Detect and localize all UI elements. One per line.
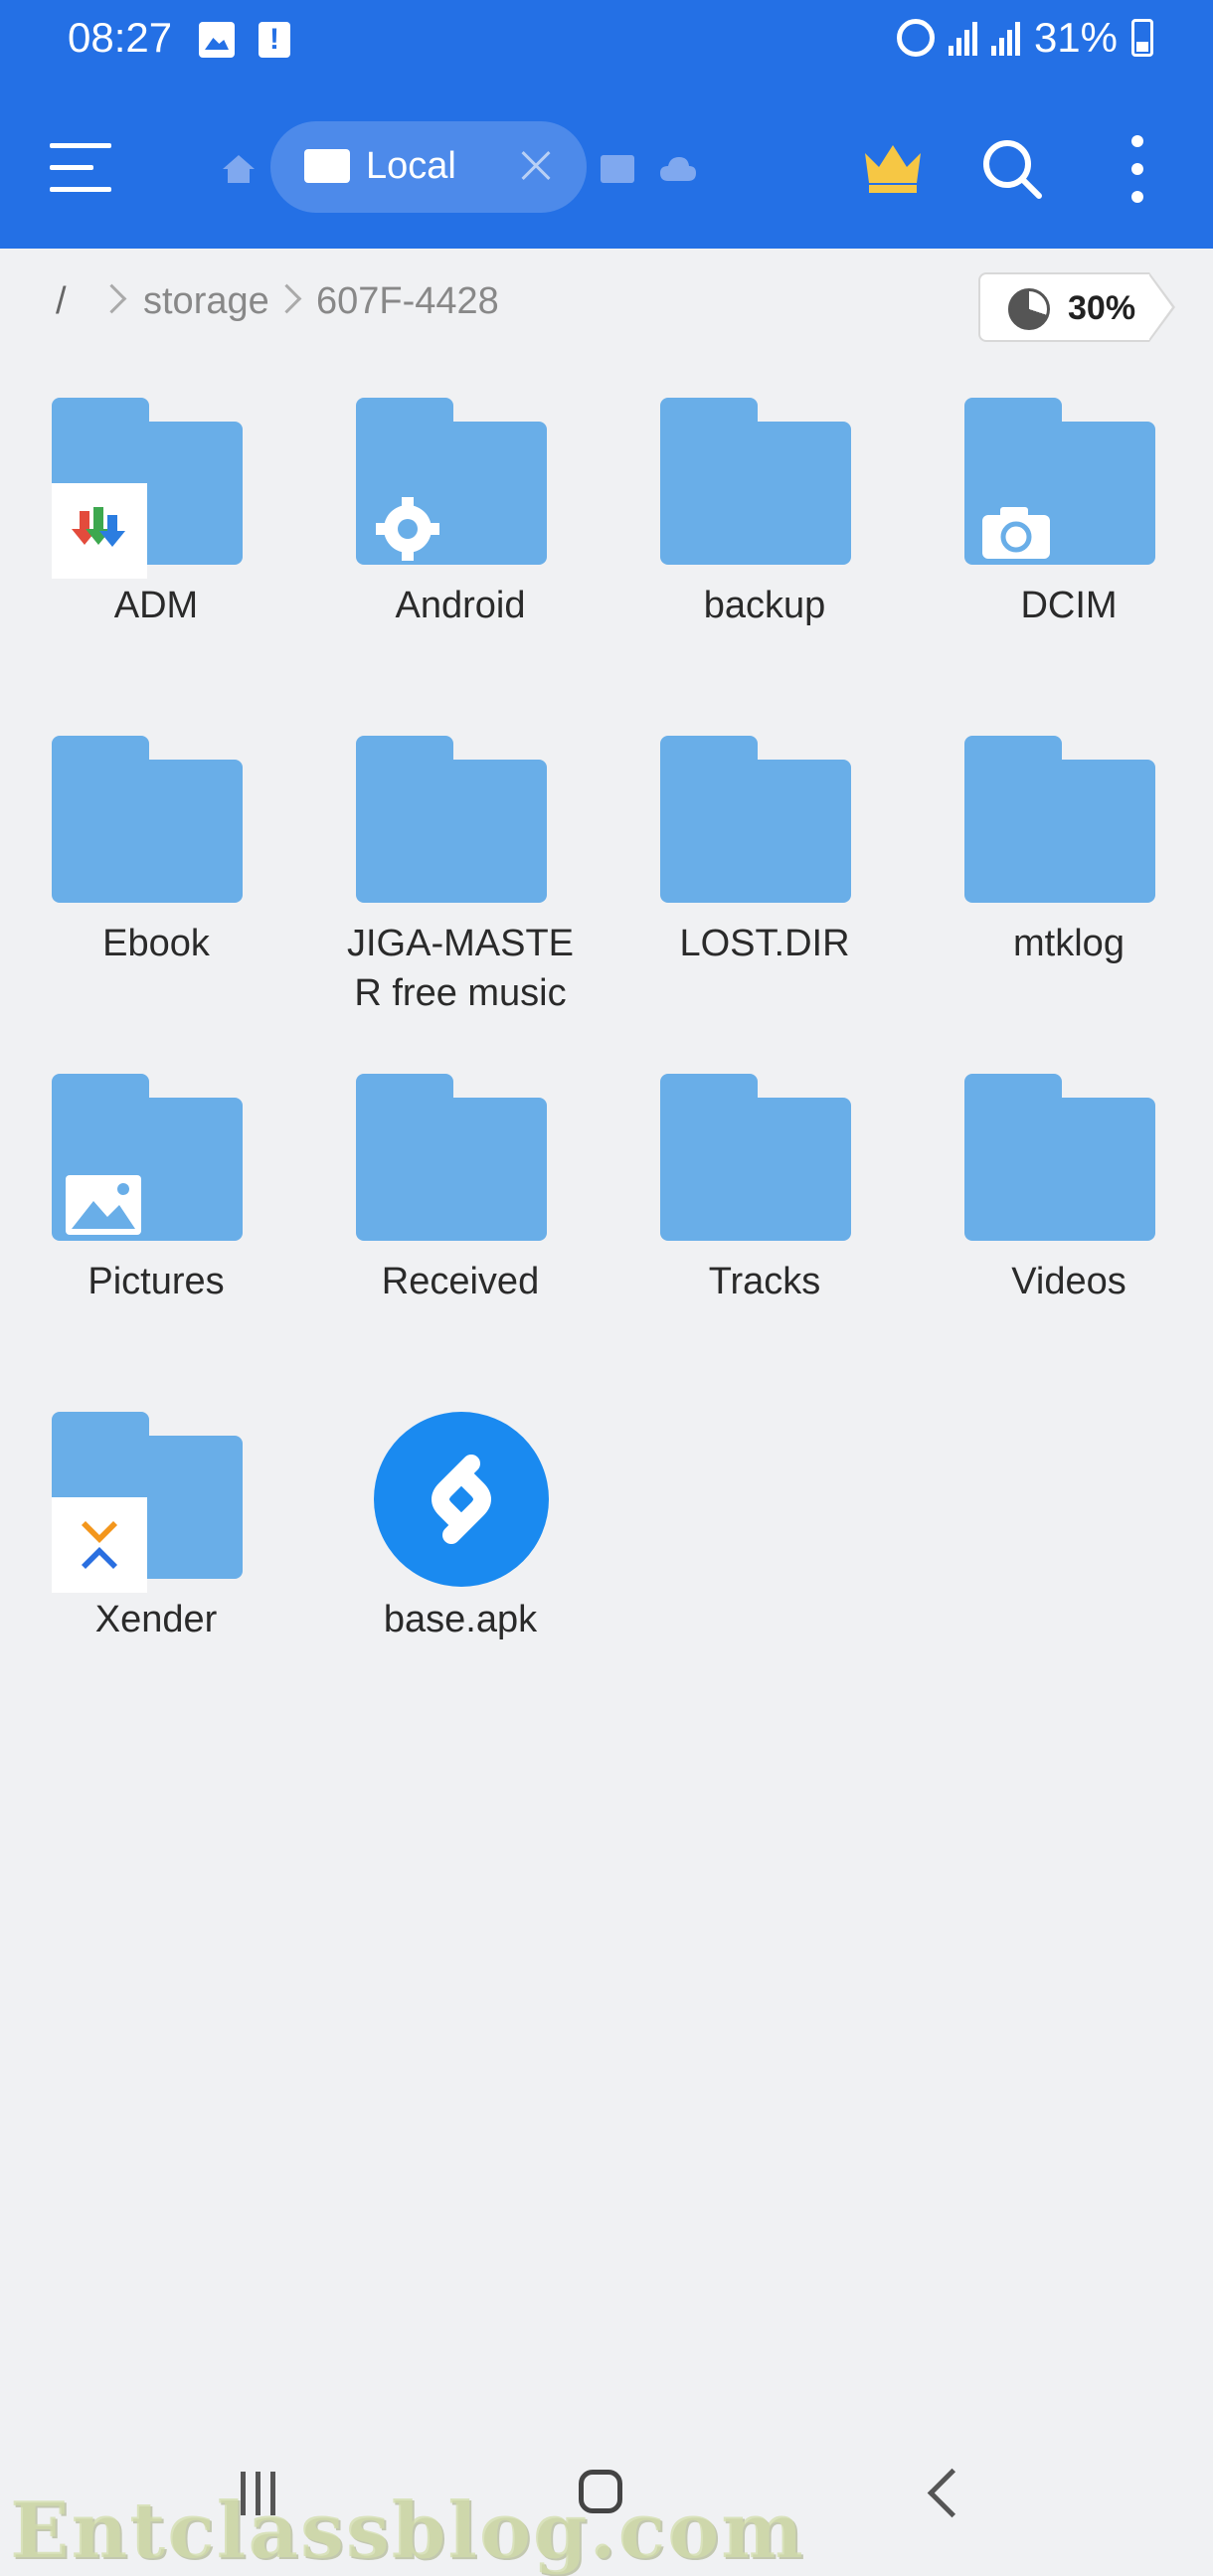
item-label: JIGA-MASTE R free music xyxy=(346,923,575,1014)
status-right: 31% xyxy=(896,14,1153,62)
folder-lost-dir[interactable]: LOST.DIR xyxy=(612,726,917,1044)
item-label: ADM xyxy=(113,585,199,626)
folder-icon xyxy=(660,1074,851,1241)
folder-videos[interactable]: Videos xyxy=(917,1064,1213,1382)
item-label: Tracks xyxy=(708,1261,821,1302)
folder-icon xyxy=(964,736,1155,903)
breadcrumb: / storage 607F-4428 30% xyxy=(0,258,1213,354)
breadcrumb-item-sd[interactable]: 607F-4428 xyxy=(316,280,499,323)
crown-icon[interactable] xyxy=(861,139,925,195)
chevron-right-icon xyxy=(271,283,302,314)
home-icon[interactable] xyxy=(219,149,259,189)
tab-local-label: Local xyxy=(366,145,456,187)
xender-icon xyxy=(52,1497,147,1593)
pie-chart-icon xyxy=(1008,288,1050,330)
item-label: Received xyxy=(381,1261,540,1302)
folder-icon xyxy=(964,1074,1155,1241)
item-label: Videos xyxy=(1011,1261,1126,1302)
folder-icon xyxy=(356,398,547,565)
folder-dcim[interactable]: DCIM xyxy=(917,388,1213,706)
more-icon[interactable] xyxy=(1127,135,1147,203)
close-icon[interactable] xyxy=(513,143,559,189)
sd-card-icon xyxy=(304,149,350,183)
item-label: Ebook xyxy=(102,923,210,964)
folder-mtklog[interactable]: mtklog xyxy=(917,726,1213,1044)
camera-icon xyxy=(982,507,1050,559)
item-label: Android xyxy=(395,585,526,626)
folder-icon xyxy=(356,1074,547,1241)
search-icon[interactable] xyxy=(980,137,1044,201)
status-left-icons xyxy=(199,22,290,58)
folder-icon xyxy=(52,1074,243,1241)
folder-received[interactable]: Received xyxy=(308,1064,612,1382)
status-bar: 08:27 31% xyxy=(0,0,1213,84)
breadcrumb-item-storage[interactable]: storage xyxy=(143,280,269,323)
folder-android[interactable]: Android xyxy=(308,388,612,706)
item-label: LOST.DIR xyxy=(679,923,850,964)
folder-icon xyxy=(660,736,851,903)
status-time: 08:27 xyxy=(68,14,173,61)
folder-pictures[interactable]: Pictures xyxy=(4,1064,308,1382)
folder-icon xyxy=(356,736,547,903)
folder-adm[interactable]: ADM xyxy=(4,388,308,706)
cloud-icon[interactable] xyxy=(658,153,698,183)
picture-icon xyxy=(66,1175,141,1235)
storage-percent: 30% xyxy=(1068,289,1136,327)
folder-xender[interactable]: Xender xyxy=(4,1402,308,1720)
folder-icon xyxy=(964,398,1155,565)
item-label: Xender xyxy=(94,1599,218,1640)
tab-local[interactable]: Local xyxy=(270,121,587,213)
battery-charging-icon xyxy=(1131,19,1153,57)
folder-ebook[interactable]: Ebook xyxy=(4,726,308,1044)
alarm-icon xyxy=(896,19,935,57)
back-icon[interactable] xyxy=(927,2468,977,2518)
adm-icon xyxy=(52,483,147,579)
toolbar: Local xyxy=(0,84,1213,249)
folder-icon xyxy=(660,398,851,565)
folder-jiga-master[interactable]: JIGA-MASTE R free music xyxy=(308,726,612,1044)
folder-icon xyxy=(52,398,243,579)
breadcrumb-root[interactable]: / xyxy=(56,280,67,323)
folder-backup[interactable]: backup xyxy=(612,388,917,706)
signal-icon xyxy=(948,20,977,56)
battery-percent: 31% xyxy=(1033,14,1118,61)
gallery-icon xyxy=(199,22,235,58)
item-label: base.apk xyxy=(383,1599,538,1640)
watermark: Entclassblog.com xyxy=(10,2486,805,2576)
item-label: DCIM xyxy=(1020,585,1118,626)
sd-card-icon[interactable] xyxy=(601,155,634,183)
folder-icon xyxy=(52,736,243,903)
folder-tracks[interactable]: Tracks xyxy=(612,1064,917,1382)
file-base-apk[interactable]: base.apk xyxy=(308,1402,612,1720)
app-header: 08:27 31% Local xyxy=(0,0,1213,249)
item-label: Pictures xyxy=(87,1261,225,1302)
storage-usage-badge[interactable]: 30% xyxy=(978,272,1175,342)
shazam-icon xyxy=(374,1412,549,1587)
item-label: mtklog xyxy=(1013,923,1125,964)
folder-icon xyxy=(52,1412,243,1593)
gear-icon xyxy=(376,497,439,561)
menu-icon[interactable] xyxy=(50,143,111,193)
signal-icon xyxy=(990,20,1020,56)
alert-icon xyxy=(259,22,290,58)
chevron-right-icon xyxy=(96,283,127,314)
item-label: backup xyxy=(703,585,826,626)
